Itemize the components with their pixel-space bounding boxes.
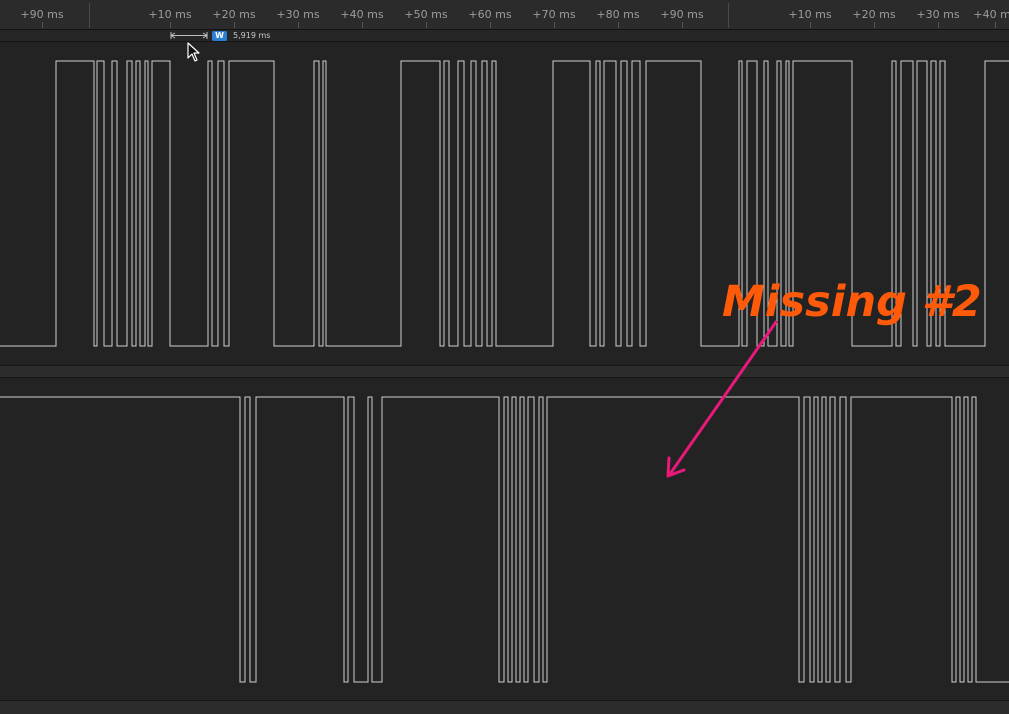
measurement-span-icon[interactable] — [170, 30, 210, 41]
ruler-tick — [938, 22, 939, 28]
ruler-tick-label: +50 ms — [404, 8, 448, 21]
ruler-tick-label: +20 ms — [212, 8, 256, 21]
measurement-badge[interactable]: W — [212, 31, 227, 41]
ruler-tick — [362, 22, 363, 28]
ruler-major-separator — [728, 3, 729, 28]
ruler-tick — [810, 22, 811, 28]
ruler-tick-label: +40 ms — [973, 8, 1009, 21]
ruler-tick — [618, 22, 619, 28]
ruler-tick — [298, 22, 299, 28]
ruler-tick — [874, 22, 875, 28]
channel-2-waveform[interactable] — [0, 378, 1009, 700]
channel-2-signal — [0, 396, 1009, 683]
ruler-tick-label: +40 ms — [340, 8, 384, 21]
ruler-tick-label: +10 ms — [148, 8, 192, 21]
ruler-tick — [554, 22, 555, 28]
ruler-tick — [170, 22, 171, 28]
ruler-tick-label: +80 ms — [596, 8, 640, 21]
ruler-tick-label: +60 ms — [468, 8, 512, 21]
channel-separator — [0, 700, 1009, 714]
ruler-tick-label: +90 ms — [660, 8, 704, 21]
ruler-tick-label: +30 ms — [276, 8, 320, 21]
ruler-tick — [426, 22, 427, 28]
measurement-row: W 5,919 ms — [0, 30, 1009, 42]
ruler-tick-label: +30 ms — [916, 8, 960, 21]
ruler-tick-label: +90 ms — [20, 8, 64, 21]
ruler-tick — [490, 22, 491, 28]
channel-separator — [0, 365, 1009, 378]
ruler-major-separator — [89, 3, 90, 28]
ruler-tick — [682, 22, 683, 28]
ruler-tick-label: +10 ms — [788, 8, 832, 21]
ruler-tick — [42, 22, 43, 28]
ruler-tick — [995, 22, 996, 28]
mouse-pointer-icon — [187, 42, 200, 62]
ruler-tick-label: +70 ms — [532, 8, 576, 21]
ruler-tick — [234, 22, 235, 28]
missing-annotation-label: Missing #2 — [722, 277, 982, 327]
measurement-value: 5,919 ms — [233, 31, 271, 40]
time-ruler[interactable]: +90 ms +10 ms +20 ms +30 ms +40 ms +50 m… — [0, 0, 1009, 30]
ruler-tick-label: +20 ms — [852, 8, 896, 21]
